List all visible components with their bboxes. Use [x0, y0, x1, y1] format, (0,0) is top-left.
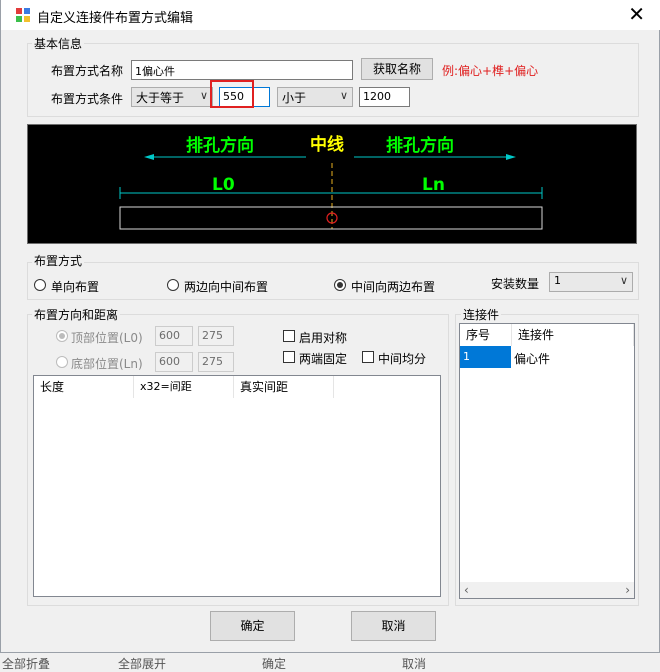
name-label: 布置方式名称	[51, 64, 124, 78]
condition-label: 布置方式条件	[51, 92, 124, 106]
bg-expand-all: 全部展开	[118, 657, 167, 671]
scroll-left-icon[interactable]: ‹	[464, 583, 469, 597]
install-qty-select[interactable]: 1 ∨	[549, 272, 633, 292]
radio-single-direction-label[interactable]: 单向布置	[51, 278, 99, 295]
window-title: 自定义连接件布置方式编辑	[37, 11, 194, 26]
direction-label: 布置方向和距离	[32, 306, 121, 323]
fixed-ends-label[interactable]: 两端固定	[299, 350, 347, 367]
cond1-operator-select[interactable]: 大于等于 ∨	[131, 87, 213, 107]
cond2-operator-select[interactable]: 小于 ∨	[277, 87, 353, 107]
horizontal-scrollbar[interactable]: ‹ ›	[460, 582, 634, 598]
table-row[interactable]: 1 偏心件	[460, 346, 634, 368]
radio-bottom-position[interactable]	[56, 356, 68, 368]
row-serial-value: 1	[463, 350, 470, 363]
bg-cancel: 取消	[402, 657, 427, 671]
top-value2-input[interactable]: 275	[198, 326, 234, 346]
chevron-down-icon: ∨	[619, 274, 628, 287]
even-middle-label[interactable]: 中间均分	[378, 350, 426, 367]
left-arrowhead-icon	[144, 154, 154, 160]
connector-list[interactable]: 序号 连接件 1 偏心件 ‹ ›	[459, 323, 635, 599]
bottom-value2-input[interactable]: 275	[198, 352, 234, 372]
symmetric-checkbox[interactable]	[283, 330, 295, 342]
bottom-position-label: 底部位置(Ln)	[71, 357, 143, 371]
symmetric-label[interactable]: 启用对称	[299, 329, 347, 346]
cond2-operator-value: 小于	[282, 91, 307, 105]
cond2-value-input[interactable]: 1200	[359, 87, 410, 107]
top-position-label: 顶部位置(L0)	[71, 331, 143, 345]
connectors-label: 连接件	[461, 306, 502, 323]
example-text: 例:偏心+榫+偏心	[442, 64, 539, 78]
install-qty-value: 1	[554, 274, 561, 287]
center-line-text: 中线	[310, 134, 344, 155]
row-connector-value: 偏心件	[514, 352, 551, 366]
title-bar: 自定义连接件布置方式编辑 ✕	[1, 0, 660, 30]
ok-button[interactable]: 确定	[210, 611, 295, 641]
cond1-operator-value: 大于等于	[136, 91, 185, 105]
app-icon	[16, 8, 30, 22]
bg-ok: 确定	[262, 657, 287, 671]
spacing-list[interactable]: 长度 x32=间距 真实间距	[33, 375, 441, 597]
radio-top-position[interactable]	[56, 330, 68, 342]
cancel-button[interactable]: 取消	[351, 611, 436, 641]
left-direction-text: 排孔方向	[186, 135, 254, 156]
right-arrowhead-icon	[506, 154, 516, 160]
radio-middle-to-sides[interactable]	[334, 279, 346, 291]
bottom-value1-input[interactable]: 600	[155, 352, 193, 372]
radio-middle-to-sides-label[interactable]: 中间向两边布置	[351, 278, 435, 295]
bg-collapse-all: 全部折叠	[2, 657, 51, 671]
right-direction-text: 排孔方向	[386, 135, 454, 156]
highlight-box	[210, 80, 254, 108]
scroll-right-icon[interactable]: ›	[625, 583, 630, 597]
chevron-down-icon: ∨	[339, 89, 348, 102]
radio-sides-to-middle[interactable]	[167, 279, 179, 291]
l0-label: L0	[212, 175, 235, 195]
layout-diagram: 排孔方向 中线 排孔方向 L0 Ln	[27, 124, 637, 244]
radio-single-direction[interactable]	[34, 279, 46, 291]
basic-info-label: 基本信息	[32, 35, 85, 52]
radio-sides-to-middle-label[interactable]: 两边向中间布置	[184, 278, 268, 295]
layout-mode-label: 布置方式	[32, 252, 85, 269]
row-serial-cell: 1	[460, 346, 511, 368]
name-input[interactable]: 1偏心件	[131, 60, 353, 80]
layout-mode-group	[27, 262, 639, 300]
get-name-button[interactable]: 获取名称	[361, 58, 433, 80]
board-outline	[119, 206, 543, 230]
col-real-spacing[interactable]: 真实间距	[234, 376, 334, 398]
install-qty-label: 安装数量	[491, 277, 540, 291]
col-serial[interactable]: 序号	[460, 324, 512, 346]
col-length[interactable]: 长度	[34, 376, 134, 398]
fixed-ends-checkbox[interactable]	[283, 351, 295, 363]
ln-label: Ln	[422, 175, 445, 195]
col-x32-spacing[interactable]: x32=间距	[134, 376, 234, 398]
close-icon[interactable]: ✕	[628, 4, 645, 24]
dialog-window: 自定义连接件布置方式编辑 ✕ 基本信息 布置方式名称 1偏心件 获取名称 例:偏…	[0, 0, 660, 653]
diagram-drawing: 排孔方向 中线 排孔方向 L0 Ln	[119, 134, 543, 230]
even-middle-checkbox[interactable]	[362, 351, 374, 363]
col-connector[interactable]: 连接件	[512, 324, 634, 346]
chevron-down-icon: ∨	[199, 89, 208, 102]
top-value1-input[interactable]: 600	[155, 326, 193, 346]
